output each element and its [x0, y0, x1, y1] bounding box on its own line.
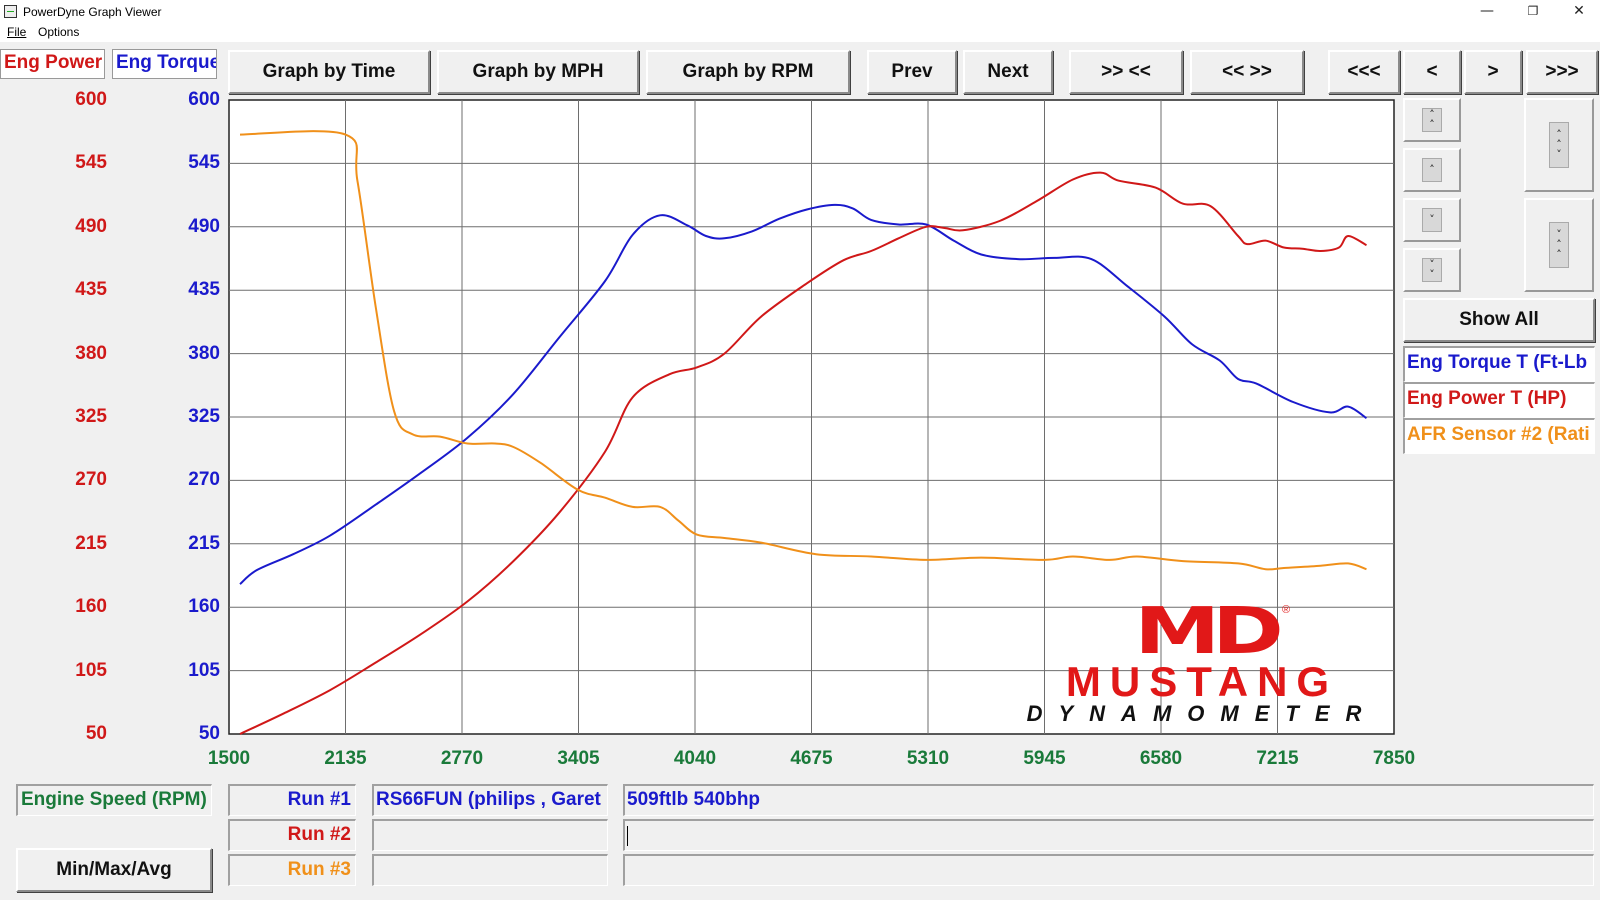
legend-afr[interactable]: AFR Sensor #2 (Rati — [1403, 418, 1595, 454]
rpm-tick-label: 6580 — [1139, 748, 1183, 769]
legend-power[interactable]: Eng Power T (HP) — [1403, 382, 1595, 418]
scroll-up-button[interactable]: ˄ — [1403, 148, 1461, 192]
double-chevron-down-icon: ˅ ˅ — [1422, 258, 1442, 282]
chevron-up-icon: ˄ — [1422, 158, 1442, 182]
rpm-tick-label: 2770 — [440, 748, 484, 769]
expand-vertical-button[interactable]: ˄ ˄ ˅ — [1524, 98, 1594, 192]
run-2-label: Run #2 — [228, 819, 356, 851]
run-2-note[interactable] — [623, 819, 1594, 851]
rpm-tick-label: 2135 — [324, 748, 367, 769]
rpm-tick-label: 4675 — [790, 748, 833, 769]
legend-torque[interactable]: Eng Torque T (Ft-Lb — [1403, 346, 1595, 382]
text-cursor — [627, 826, 628, 846]
rpm-tick-label: 1500 — [207, 748, 251, 769]
scroll-up-fast-button[interactable]: ˄ ˄ — [1403, 98, 1461, 142]
min-max-avg-button[interactable]: Min/Max/Avg — [16, 848, 212, 892]
chevron-down-icon: ˅ — [1422, 208, 1442, 232]
show-all-button[interactable]: Show All — [1403, 298, 1595, 342]
scroll-down-button[interactable]: ˅ — [1403, 198, 1461, 242]
run-3-name[interactable] — [372, 854, 608, 886]
logo-registered: ® — [1282, 604, 1291, 616]
run-3-label: Run #3 — [228, 854, 356, 886]
collapse-vertical-button[interactable]: ˅ ˄ ˄ — [1524, 198, 1594, 292]
mustang-dynamometer-logo: MD ® MUSTANG DYNAMOMETER — [1008, 600, 1396, 730]
run-1-note[interactable]: 509ftlb 540bhp — [623, 784, 1594, 816]
expand-icon: ˄ ˄ ˅ — [1549, 122, 1569, 168]
rpm-tick-label: 7215 — [1256, 748, 1299, 769]
logo-mustang: MUSTANG — [1065, 658, 1339, 705]
scroll-down-fast-button[interactable]: ˅ ˅ — [1403, 248, 1461, 292]
rpm-tick-label: 7850 — [1372, 748, 1416, 769]
run-1-label: Run #1 — [228, 784, 356, 816]
run-3-note[interactable] — [623, 854, 1594, 886]
rpm-tick-label: 5310 — [906, 748, 950, 769]
rpm-tick-label: 5945 — [1023, 748, 1066, 769]
rpm-tick-label: 3405 — [557, 748, 600, 769]
collapse-icon: ˅ ˄ ˄ — [1549, 222, 1569, 268]
x-axis-channel[interactable]: Engine Speed (RPM) — [16, 784, 212, 816]
double-chevron-up-icon: ˄ ˄ — [1422, 108, 1442, 132]
run-2-name[interactable] — [372, 819, 608, 851]
logo-dynamometer: DYNAMOMETER — [1026, 701, 1378, 726]
rpm-tick-label: 4040 — [673, 748, 717, 769]
run-1-name[interactable]: RS66FUN (philips , Garet — [372, 784, 608, 816]
